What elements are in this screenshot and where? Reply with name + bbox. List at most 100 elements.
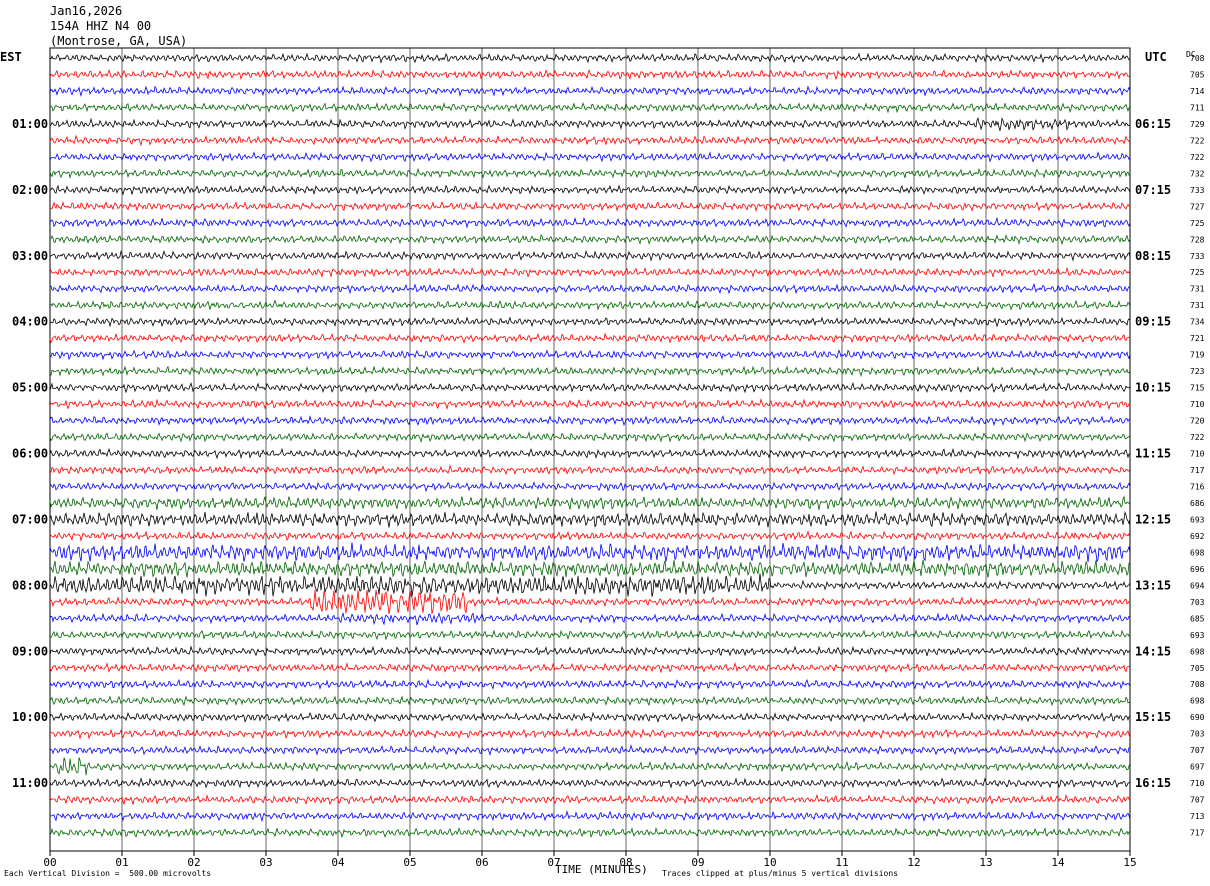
x-tick-label: 15 [1123, 856, 1136, 869]
right-hour-label: 07:15 [1135, 183, 1171, 197]
seismic-trace [49, 52, 1131, 64]
seismic-trace [49, 447, 1131, 460]
dc-offset-label: 698 [1190, 548, 1205, 557]
clip-note: Traces clipped at plus/minus 5 vertical … [662, 869, 899, 878]
right-hour-label: 15:15 [1135, 710, 1171, 724]
dc-offset-label: 698 [1190, 697, 1205, 706]
dc-offset-label: 705 [1190, 70, 1205, 79]
x-tick-label: 06 [475, 856, 488, 869]
x-tick-label: 02 [187, 856, 200, 869]
seismic-trace [49, 727, 1131, 740]
seismic-trace [49, 495, 1131, 511]
dc-offset-label: 708 [1190, 54, 1205, 63]
left-hour-label: 01:00 [12, 117, 48, 131]
seismic-trace [49, 200, 1131, 213]
scale-note: Each Vertical Division = 500.00 microvol… [4, 869, 212, 878]
dc-offset-label: 725 [1190, 219, 1205, 228]
left-hour-label: 02:00 [12, 183, 48, 197]
seismic-trace [49, 511, 1131, 528]
dc-offset-label: 733 [1190, 186, 1205, 195]
x-tick-label: 01 [115, 856, 128, 869]
dc-offset-label: 725 [1190, 268, 1205, 277]
seismic-trace [49, 398, 1130, 411]
right-hour-label: 16:15 [1135, 776, 1171, 790]
seismic-trace [49, 810, 1131, 823]
dc-offset-label: 720 [1190, 417, 1205, 426]
dc-offset-label: 710 [1190, 779, 1205, 788]
seismic-trace [49, 167, 1131, 180]
dc-offset-label: 707 [1190, 746, 1205, 755]
dc-offset-label: 727 [1190, 202, 1205, 211]
seismic-trace [49, 629, 1131, 641]
seismic-trace [49, 266, 1131, 278]
dc-offset-label: 717 [1190, 466, 1205, 475]
seismic-trace [49, 480, 1131, 493]
dc-offset-label: 698 [1190, 647, 1205, 656]
seismic-trace [49, 589, 1131, 614]
right-hour-label: 12:15 [1135, 512, 1171, 526]
dc-offset-label: 693 [1190, 631, 1205, 640]
right-hour-label: 10:15 [1135, 381, 1171, 395]
x-tick-label: 14 [1051, 856, 1065, 869]
seismic-trace [49, 711, 1131, 723]
seismic-trace [49, 757, 1131, 776]
seismic-trace [49, 85, 1131, 97]
seismic-trace [49, 381, 1131, 394]
dc-offset-label: 732 [1190, 169, 1205, 178]
dc-offset-label: 719 [1190, 351, 1205, 360]
seismic-trace [49, 431, 1131, 444]
dc-offset-label: 728 [1190, 235, 1205, 244]
x-tick-label: 13 [979, 856, 992, 869]
seismic-trace [49, 332, 1131, 344]
dc-offset-label: 693 [1190, 515, 1205, 524]
seismic-trace [49, 793, 1131, 806]
seismic-trace [49, 826, 1131, 839]
seismic-trace [49, 695, 1131, 707]
x-tick-label: 11 [835, 856, 848, 869]
seismic-trace [49, 661, 1131, 674]
left-hour-label: 03:00 [12, 249, 48, 263]
right-hour-label: 06:15 [1135, 117, 1171, 131]
dc-offset-label: 710 [1190, 400, 1205, 409]
seismic-trace [49, 184, 1131, 196]
x-axis-title: TIME (MINUTES) [555, 863, 648, 876]
seismic-trace [49, 299, 1131, 311]
dc-offset-label: 685 [1190, 614, 1205, 623]
dc-offset-label: 696 [1190, 565, 1205, 574]
left-hour-label: 04:00 [12, 315, 48, 329]
dc-offset-label: 722 [1190, 136, 1205, 145]
seismic-trace [49, 233, 1131, 246]
left-hour-label: 08:00 [12, 578, 48, 592]
x-tick-label: 04 [331, 856, 345, 869]
dc-offset-label: 731 [1190, 301, 1205, 310]
dc-offset-label: 716 [1190, 482, 1205, 491]
dc-offset-label: 714 [1190, 87, 1205, 96]
dc-offset-label: 734 [1190, 318, 1205, 327]
seismic-trace [49, 134, 1131, 147]
dc-offset-label: 710 [1190, 450, 1205, 459]
plot-frame [49, 47, 1131, 852]
right-hour-label: 11:15 [1135, 447, 1171, 461]
dc-offset-label: 707 [1190, 796, 1205, 805]
seismic-trace [49, 530, 1131, 542]
left-hour-label: 07:00 [12, 512, 48, 526]
seismic-trace [49, 216, 1131, 229]
dc-offset-label: 686 [1190, 499, 1205, 508]
right-hour-label: 09:15 [1135, 315, 1171, 329]
x-tick-label: 10 [763, 856, 776, 869]
dc-offset-label: 697 [1190, 763, 1205, 772]
x-tick-label: 03 [259, 856, 272, 869]
right-hour-label: 13:15 [1135, 578, 1171, 592]
dc-offset-label: 715 [1190, 384, 1205, 393]
right-hour-label: 08:15 [1135, 249, 1171, 263]
seismic-trace [49, 744, 1131, 756]
dc-offset-label: 729 [1190, 120, 1205, 129]
seismic-trace [49, 560, 1131, 578]
seismic-trace [49, 542, 1131, 563]
seismic-trace [49, 116, 1131, 131]
seismic-trace [49, 777, 1131, 789]
x-tick-label: 12 [907, 856, 920, 869]
dc-offset-label: 723 [1190, 367, 1205, 376]
dc-offset-label: 722 [1190, 153, 1205, 162]
seismic-trace [49, 678, 1131, 690]
